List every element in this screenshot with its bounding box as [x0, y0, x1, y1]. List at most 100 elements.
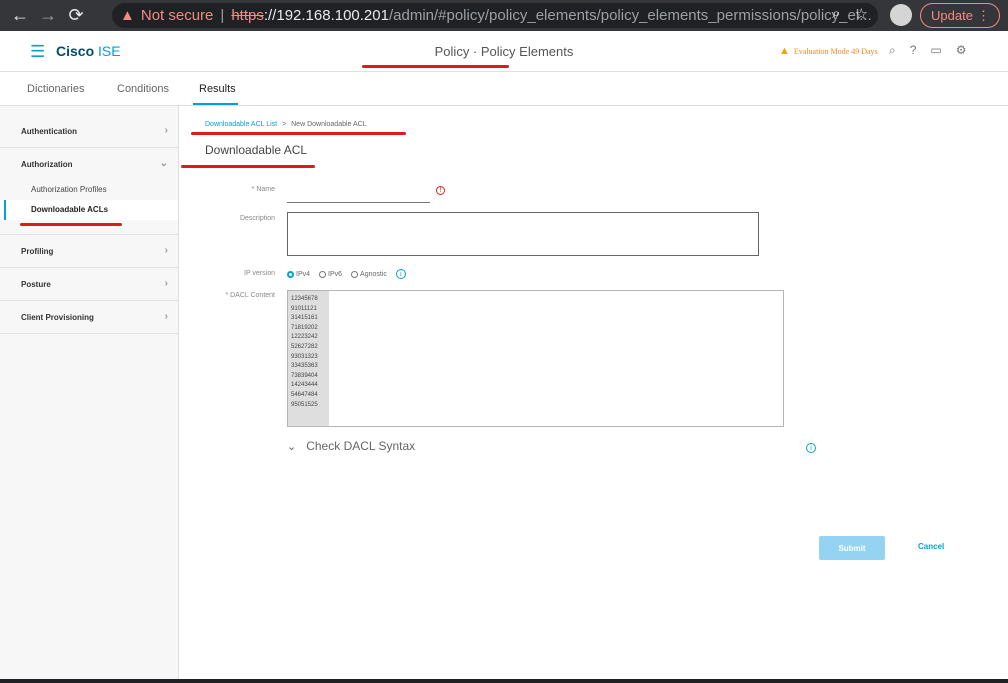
info-icon[interactable]: i: [806, 443, 816, 453]
sidebar-item-posture[interactable]: Posture ›: [0, 268, 178, 300]
breadcrumb: Downloadable ACL List > New Downloadable…: [205, 121, 367, 128]
error-icon: !: [436, 186, 445, 195]
line-number: 91011121: [291, 305, 317, 312]
radio-unselected-icon: [351, 270, 359, 278]
radio-ipv6[interactable]: IPv6: [319, 270, 343, 278]
url-host: ://192.168.100.201: [263, 7, 389, 24]
warning-icon: ▲: [779, 45, 790, 57]
breadcrumb-current: New Downloadable ACL: [291, 121, 367, 128]
line-number: 93031323: [291, 353, 318, 360]
header-icons: ⌕ ? ▭ ⚙: [889, 43, 967, 58]
info-icon[interactable]: i: [395, 269, 406, 279]
sidebar-item-downloadable-acls[interactable]: Downloadable ACLs: [0, 200, 178, 220]
zoom-icon[interactable]: ⌕: [832, 5, 840, 23]
url-separator: |: [220, 7, 225, 24]
check-dacl-syntax-label: Check DACL Syntax: [306, 439, 416, 453]
ip-version-label: IP version: [244, 270, 275, 277]
annotation-underline: [181, 165, 315, 168]
sidebar-item-label: Profiling: [21, 247, 54, 256]
active-tab-underline: [193, 103, 238, 105]
address-bar[interactable]: ▲ Not secure | https ://192.168.100.201 …: [112, 3, 878, 28]
line-number: 31415161: [291, 315, 318, 322]
chevron-right-icon: ›: [164, 125, 168, 136]
sidebar-item-label: Posture: [21, 280, 51, 289]
search-icon[interactable]: ⌕: [889, 43, 896, 58]
annotation-underline: [362, 65, 509, 68]
chevron-down-icon: ⌄: [287, 440, 297, 453]
radio-ipv4[interactable]: IPv4: [287, 270, 311, 278]
cancel-button[interactable]: Cancel: [918, 542, 944, 551]
ip-version-group: IPv4 IPv6 Agnostic i: [287, 269, 406, 279]
evaluation-text: Evaluation Mode 49 Days: [793, 46, 878, 56]
line-number-gutter: 12345678 91011121 31415161 71819202 12223242…: [288, 291, 329, 426]
line-number: 12345678: [291, 296, 318, 302]
browser-toolbar: ← → ⟳ ▲ Not secure | https ://192.168.10…: [0, 0, 1008, 31]
radio-unselected-icon: [319, 270, 327, 278]
sidebar-item-authorization-profiles[interactable]: Authorization Profiles: [0, 180, 178, 200]
radio-selected-icon: [287, 270, 294, 278]
line-number: 33435363: [291, 363, 318, 370]
reload-icon[interactable]: ⟳: [62, 2, 90, 30]
notifications-icon[interactable]: ▭: [930, 43, 941, 58]
name-field[interactable]: [287, 181, 430, 203]
tab-results[interactable]: Results: [199, 83, 236, 95]
gear-icon[interactable]: ⚙: [956, 43, 967, 58]
line-number: 52627282: [291, 343, 318, 350]
back-icon[interactable]: ←: [6, 2, 34, 30]
radio-label: IPv4: [296, 270, 311, 278]
sidebar-item-label: Authentication: [21, 127, 77, 136]
evaluation-badge[interactable]: ▲ Evaluation Mode 49 Days: [779, 45, 878, 57]
sidebar-section-authorization: Authorization ⌄ Authorization Profiles D…: [0, 148, 178, 235]
line-number: 54647484: [291, 391, 318, 398]
not-secure-label: Not secure: [140, 7, 214, 24]
forward-icon[interactable]: →: [34, 2, 62, 30]
page-heading: Downloadable ACL: [205, 143, 308, 157]
breadcrumb-link[interactable]: Downloadable ACL List: [205, 121, 277, 128]
chevron-right-icon: ›: [164, 311, 168, 322]
sidebar-section-client-provisioning: Client Provisioning ›: [0, 301, 178, 334]
help-icon[interactable]: ?: [910, 43, 917, 58]
tab-dictionaries[interactable]: Dictionaries: [27, 83, 84, 95]
line-number: 12223242: [291, 334, 318, 341]
sidebar-item-label: Client Provisioning: [21, 313, 94, 322]
chevron-right-icon: ›: [164, 278, 168, 289]
sidebar-item-authorization[interactable]: Authorization ⌄: [0, 148, 178, 180]
bottom-edge: [0, 679, 1008, 683]
breadcrumb-separator: >: [282, 121, 287, 128]
line-number: 95051525: [291, 401, 318, 408]
annotation-underline: [20, 223, 122, 226]
annotation-underline: [191, 132, 406, 135]
tab-conditions[interactable]: Conditions: [117, 83, 169, 95]
sidebar-section-posture: Posture ›: [0, 268, 178, 301]
dacl-content-label: * DACL Content: [225, 292, 275, 299]
radio-label: IPv6: [328, 270, 343, 278]
chevron-down-icon: ⌄: [159, 158, 168, 169]
ise-app: ☰ Cisco ISE Policy · Policy Elements ▲ E…: [0, 31, 1008, 679]
main-content: Downloadable ACL List > New Downloadable…: [180, 106, 1008, 679]
url-scheme: https: [231, 7, 264, 24]
sidebar-item-profiling[interactable]: Profiling ›: [0, 235, 178, 267]
submit-button[interactable]: Submit: [819, 536, 885, 560]
name-label: * Name: [251, 186, 275, 193]
star-icon[interactable]: ☆: [855, 5, 868, 23]
description-field[interactable]: [287, 212, 759, 256]
sidebar-item-label: Authorization: [21, 160, 73, 169]
dacl-content-editor[interactable]: 12345678 91011121 31415161 71819202 12223242…: [287, 290, 784, 427]
sidebar: Authentication › Authorization ⌄ Authori…: [0, 106, 179, 679]
line-number: 14243444: [291, 382, 318, 389]
check-dacl-syntax-toggle[interactable]: ⌄ Check DACL Syntax: [287, 439, 415, 453]
sidebar-item-authentication[interactable]: Authentication ›: [0, 115, 178, 147]
line-number: 73839404: [291, 372, 318, 379]
profile-avatar[interactable]: [890, 4, 912, 26]
chevron-right-icon: ›: [164, 245, 168, 256]
warning-icon: ▲: [120, 7, 135, 24]
description-label: Description: [239, 215, 275, 222]
line-number: 71819202: [291, 324, 318, 331]
sidebar-section-profiling: Profiling ›: [0, 235, 178, 268]
radio-agnostic[interactable]: Agnostic: [351, 270, 387, 278]
sidebar-section-authentication: Authentication ›: [0, 115, 178, 148]
omnibox-icons: ⌕ ☆: [832, 5, 868, 23]
sidebar-item-client-provisioning[interactable]: Client Provisioning ›: [0, 301, 178, 333]
update-button[interactable]: Update ⋮: [920, 3, 1000, 28]
update-label: Update: [931, 8, 973, 23]
